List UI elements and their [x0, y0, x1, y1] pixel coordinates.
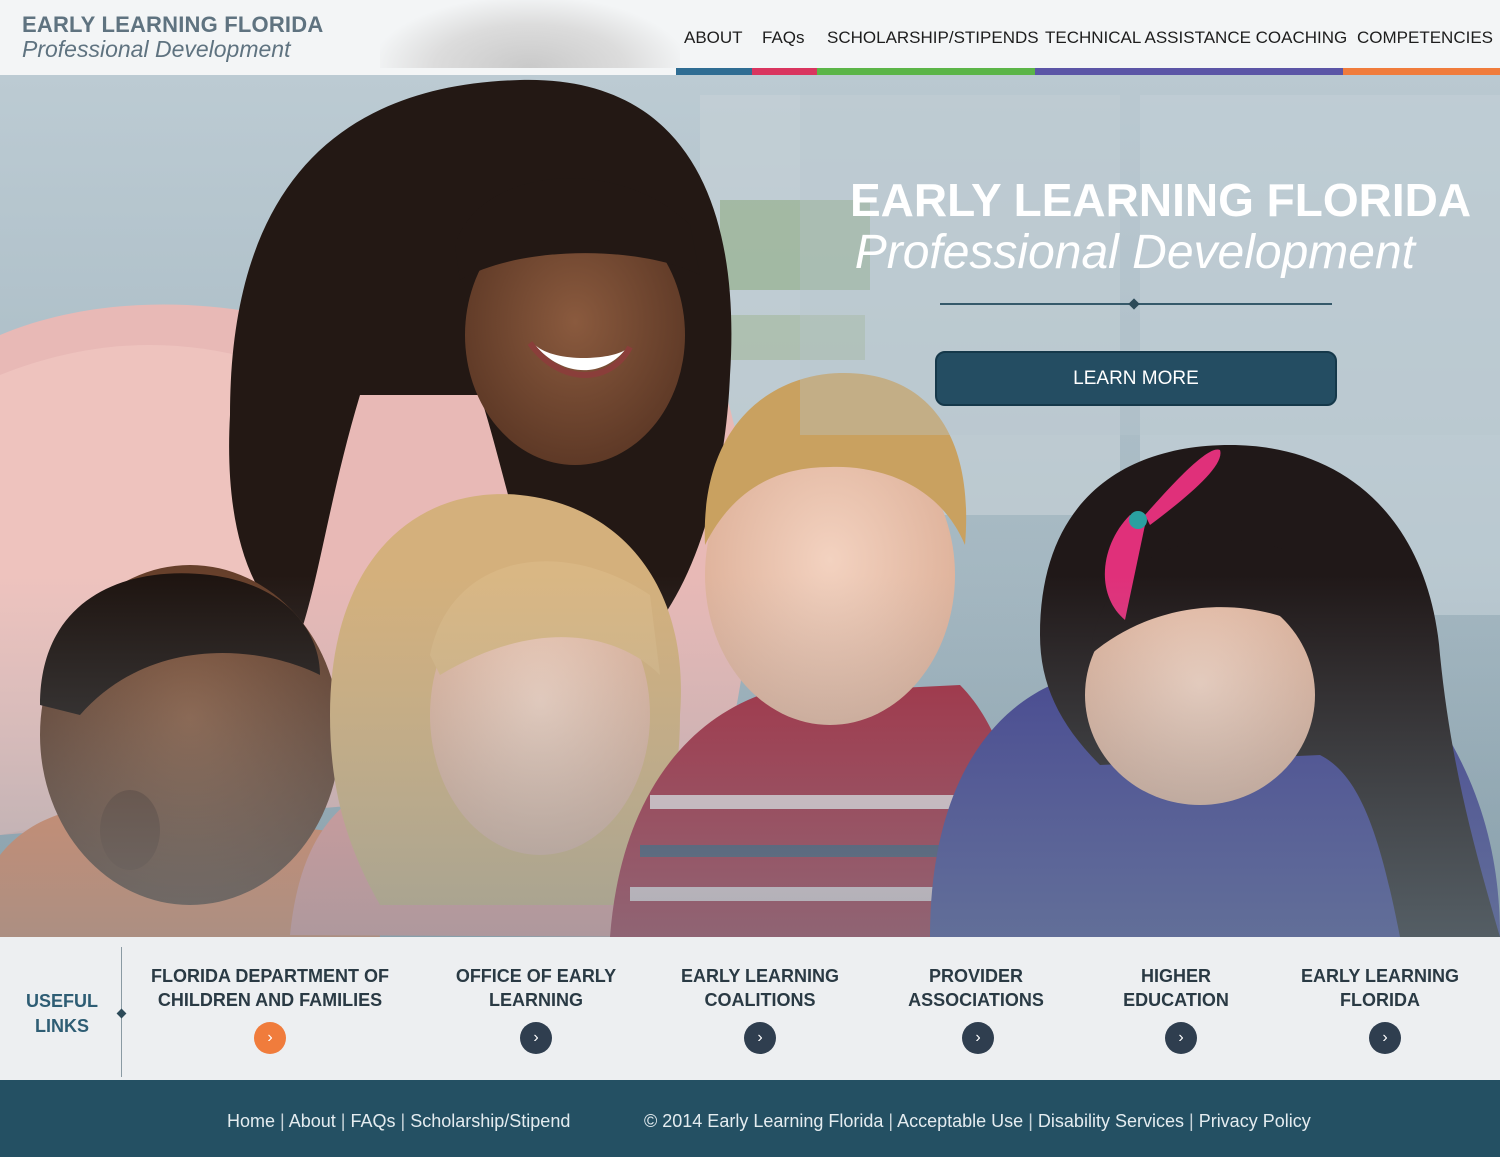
nav-item-scholarship-stipends[interactable]: SCHOLARSHIP/STIPENDS: [827, 28, 1039, 48]
footer-separator: |: [400, 1111, 406, 1131]
link-label-line1: PROVIDER: [928, 966, 1024, 986]
footer-separator: |: [1188, 1111, 1194, 1131]
nav-color-bar-technical: [1035, 68, 1343, 75]
footer-separator: |: [888, 1111, 894, 1131]
chevron-right-icon[interactable]: ›: [520, 1022, 552, 1054]
footer-separator: |: [1028, 1111, 1033, 1131]
link-early-learning-coalitions[interactable]: EARLY LEARNING COALITIONS: [660, 964, 860, 1012]
chevron-right-icon[interactable]: ›: [744, 1022, 776, 1054]
hero-title-line2: Professional Development: [854, 226, 1415, 279]
footer-legal: © 2014 Early Learning Florida | Acceptab…: [644, 1111, 1311, 1132]
link-label-line1: EARLY LEARNING: [680, 966, 840, 986]
link-label-line2: FLORIDA: [1340, 990, 1420, 1010]
learn-more-button[interactable]: LEARN MORE: [935, 351, 1337, 406]
link-label-line1: FLORIDA DEPARTMENT OF: [151, 966, 389, 986]
nav-item-competencies[interactable]: COMPETENCIES: [1357, 28, 1493, 48]
link-label-line1: OFFICE OF EARLY: [455, 966, 617, 986]
hero-title: EARLY LEARNING FLORIDA Professional Deve…: [850, 174, 1472, 281]
link-label-line2: LEARNING: [489, 990, 583, 1010]
link-label-line2: EDUCATION: [1123, 990, 1229, 1010]
useful-links-section: USEFUL LINKS FLORIDA DEPARTMENT OF CHILD…: [0, 937, 1500, 1080]
chevron-right-icon[interactable]: ›: [1369, 1022, 1401, 1054]
nav-item-technical-assistance-coaching[interactable]: TECHNICAL ASSISTANCE COACHING: [1045, 28, 1347, 48]
chevron-right-icon[interactable]: ›: [962, 1022, 994, 1054]
nav-color-bar-competencies: [1343, 68, 1500, 75]
useful-links-label-line2: LINKS: [35, 1016, 89, 1036]
link-florida-dcf[interactable]: FLORIDA DEPARTMENT OF CHILDREN AND FAMIL…: [145, 964, 395, 1012]
main-nav: ABOUT FAQs SCHOLARSHIP/STIPENDS TECHNICA…: [0, 0, 1500, 75]
footer-link-about[interactable]: About: [289, 1111, 336, 1131]
footer-copyright: © 2014 Early Learning Florida: [644, 1111, 884, 1131]
useful-links-label-line1: USEFUL: [26, 991, 98, 1011]
footer-separator: |: [340, 1111, 346, 1131]
useful-links-divider-diamond: [116, 1008, 127, 1019]
footer-link-privacy-policy[interactable]: Privacy Policy: [1199, 1111, 1311, 1131]
link-label-line2: ASSOCIATIONS: [908, 990, 1044, 1010]
footer-nav: Home | About | FAQs | Scholarship/Stipen…: [227, 1111, 570, 1132]
hero-title-line1: EARLY LEARNING FLORIDA: [850, 174, 1472, 226]
link-early-learning-florida[interactable]: EARLY LEARNING FLORIDA: [1290, 964, 1470, 1012]
nav-item-faqs[interactable]: FAQs: [762, 28, 805, 48]
nav-color-bar-about: [676, 68, 752, 75]
hero-banner: EARLY LEARNING FLORIDA Professional Deve…: [0, 75, 1500, 937]
footer-link-faqs[interactable]: FAQs: [351, 1111, 396, 1131]
nav-item-about[interactable]: ABOUT: [684, 28, 743, 48]
footer-link-acceptable-use[interactable]: Acceptable Use: [897, 1111, 1023, 1131]
footer-link-home[interactable]: Home: [227, 1111, 275, 1131]
link-label-line1: HIGHER: [1140, 966, 1211, 986]
link-label-line1: EARLY LEARNING: [1300, 966, 1460, 986]
footer-link-scholarship-stipend[interactable]: Scholarship/Stipend: [410, 1111, 570, 1131]
link-label-line2: CHILDREN AND FAMILIES: [157, 990, 383, 1010]
chevron-right-icon[interactable]: ›: [254, 1022, 286, 1054]
site-footer: Home | About | FAQs | Scholarship/Stipen…: [0, 1080, 1500, 1157]
nav-color-bar-faqs: [752, 68, 817, 75]
link-office-of-early-learning[interactable]: OFFICE OF EARLY LEARNING: [436, 964, 636, 1012]
chevron-right-icon[interactable]: ›: [1165, 1022, 1197, 1054]
footer-separator: |: [280, 1111, 285, 1131]
nav-color-bar-scholarship: [817, 68, 1035, 75]
footer-link-disability-services[interactable]: Disability Services: [1038, 1111, 1184, 1131]
link-higher-education[interactable]: HIGHER EDUCATION: [1096, 964, 1256, 1012]
link-label-line2: COALITIONS: [704, 990, 816, 1010]
site-header: EARLY LEARNING FLORIDA Professional Deve…: [0, 0, 1500, 75]
link-provider-associations[interactable]: PROVIDER ASSOCIATIONS: [876, 964, 1076, 1012]
useful-links-label: USEFUL LINKS: [22, 989, 102, 1039]
